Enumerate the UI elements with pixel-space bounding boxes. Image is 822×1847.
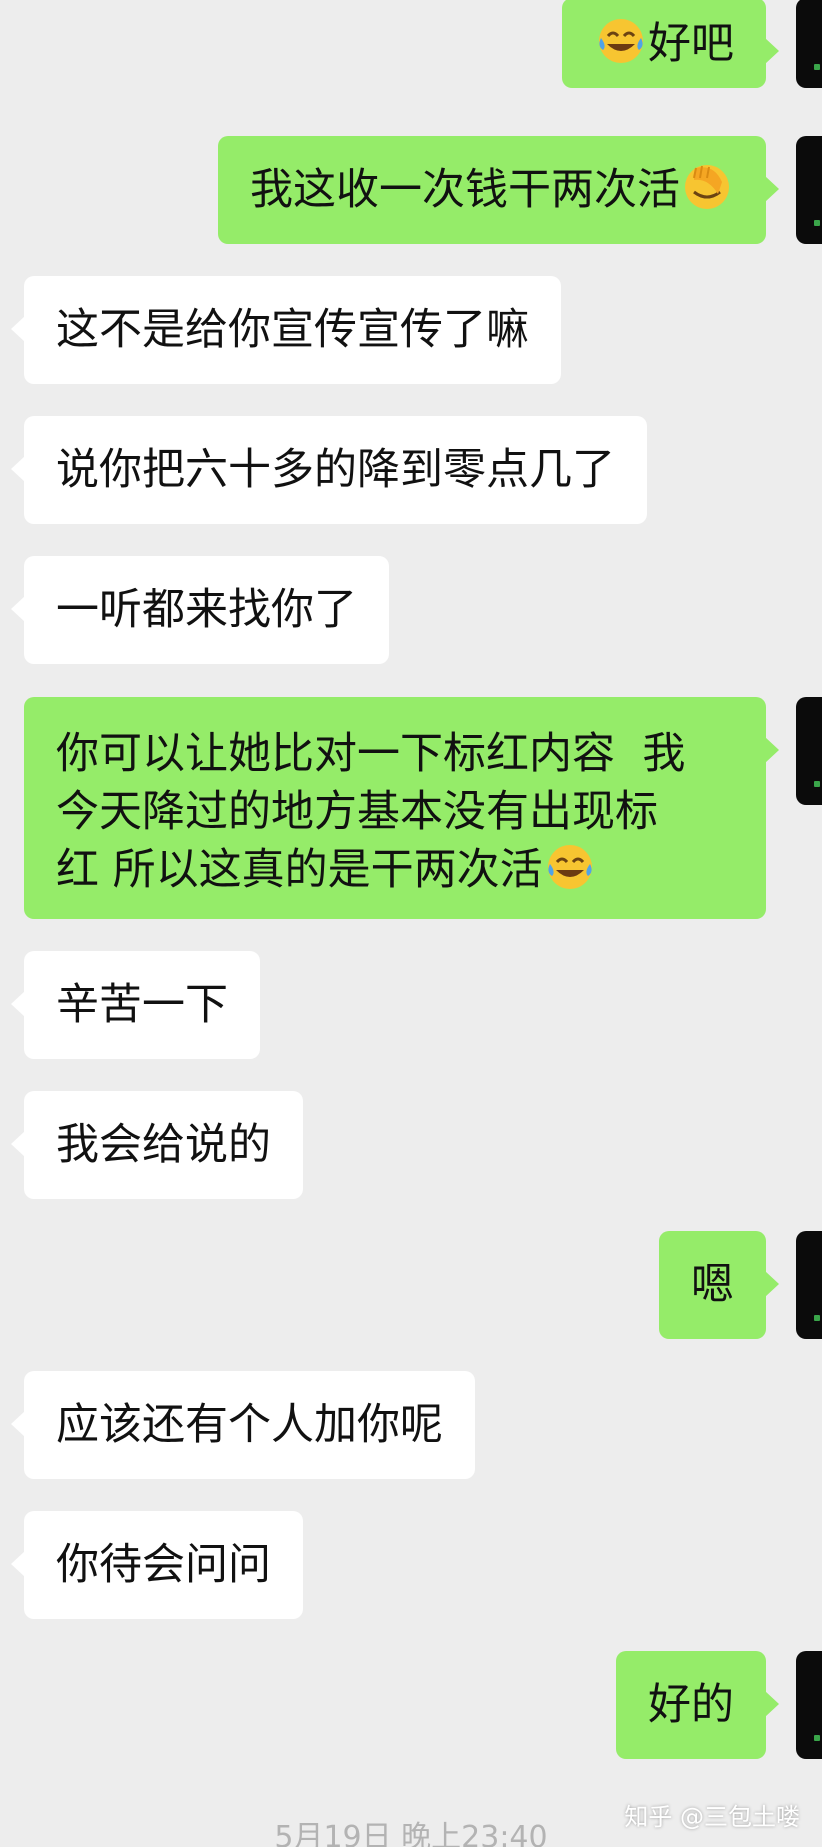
tears-of-joy-emoji-icon [599,19,643,63]
message-row: 我这收一次钱干两次活 [0,136,822,244]
message-row: 辛苦一下 [0,951,822,1059]
watermark: 知乎 @三包土喽 [624,1803,800,1831]
message-text: 我会给说的 [56,1120,271,1170]
message-row: 一听都来找你了 [0,556,822,664]
incoming-message-bubble[interactable]: 我会给说的 [11,1091,303,1199]
message-text: 你待会问问 [56,1540,271,1590]
message-text: 我这收一次钱干两次活 [250,165,680,215]
avatar[interactable] [796,697,822,805]
incoming-message-bubble[interactable]: 这不是给你宣传宣传了嘛 [11,276,561,384]
message-text: 辛苦一下 [56,980,228,1030]
message-row: 嗯 [0,1231,822,1339]
outgoing-message-bubble[interactable]: 好的 [616,1651,779,1759]
message-text: 嗯 [691,1260,734,1310]
outgoing-message-bubble[interactable]: 嗯 [659,1231,779,1339]
message-text-line: 今天降过的地方基本没有出现标 [56,787,658,837]
tears-of-joy-emoji-icon [547,845,592,889]
incoming-message-bubble[interactable]: 一听都来找你了 [11,556,389,664]
message-text: 好吧 [648,19,734,69]
message-text-line: 红 所以这真的是干两次活 [56,841,734,899]
chat-area[interactable]: 好吧 我这收一次钱干两次活 这不是给你宣传宣传了嘛 说你把六十多的降到零点几了 … [0,0,822,1847]
message-text: 这不是给你宣传宣传了嘛 [56,305,529,355]
message-text: 应该还有个人加你呢 [56,1400,443,1450]
facepalm-emoji-icon [685,165,729,209]
message-text: 好的 [648,1680,734,1730]
message-text: 一听都来找你了 [56,585,357,635]
message-row: 应该还有个人加你呢 [0,1371,822,1479]
message-row: 我会给说的 [0,1091,822,1199]
message-row: 你可以让她比对一下标红内容 我 今天降过的地方基本没有出现标 红 所以这真的是干… [0,697,822,919]
avatar[interactable] [796,0,822,88]
message-row: 这不是给你宣传宣传了嘛 [0,276,822,384]
avatar[interactable] [796,1651,822,1759]
outgoing-message-bubble[interactable]: 我这收一次钱干两次活 [218,136,779,244]
avatar[interactable] [796,136,822,244]
message-row: 说你把六十多的降到零点几了 [0,416,822,524]
message-text-line: 你可以让她比对一下标红内容 我 [56,729,686,779]
outgoing-message-bubble[interactable]: 好吧 [562,0,779,88]
message-text: 说你把六十多的降到零点几了 [56,445,615,495]
message-row: 你待会问问 [0,1511,822,1619]
message-row: 好的 [0,1651,822,1759]
incoming-message-bubble[interactable]: 说你把六十多的降到零点几了 [11,416,647,524]
incoming-message-bubble[interactable]: 应该还有个人加你呢 [11,1371,475,1479]
message-row: 好吧 [0,0,822,90]
incoming-message-bubble[interactable]: 辛苦一下 [11,951,260,1059]
outgoing-message-bubble[interactable]: 你可以让她比对一下标红内容 我 今天降过的地方基本没有出现标 红 所以这真的是干… [24,697,779,919]
incoming-message-bubble[interactable]: 你待会问问 [11,1511,303,1619]
avatar[interactable] [796,1231,822,1339]
